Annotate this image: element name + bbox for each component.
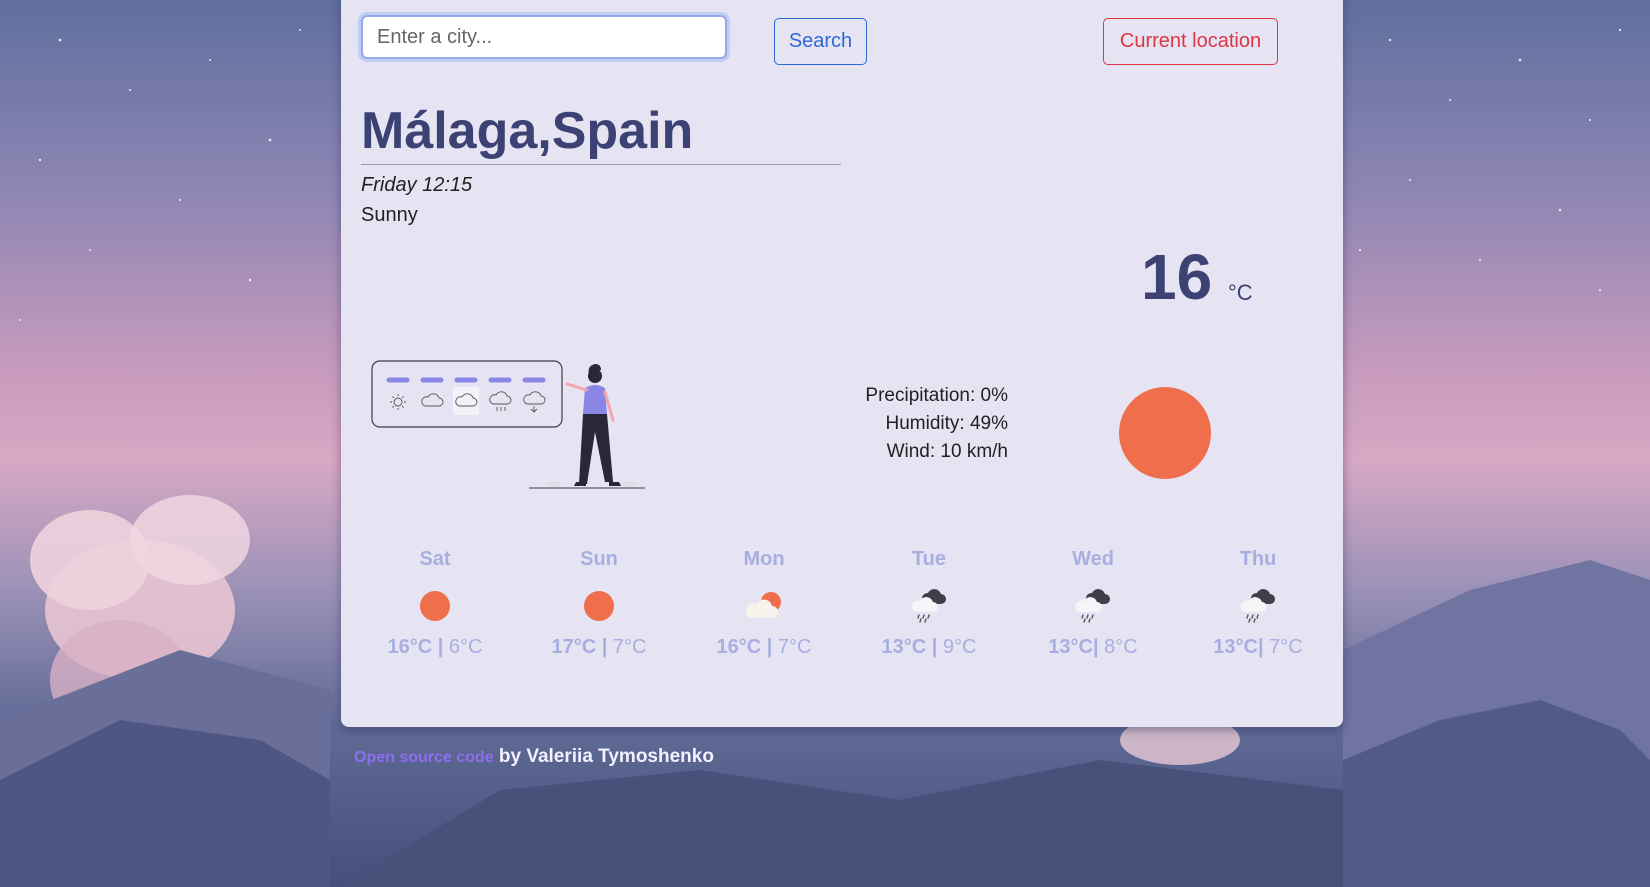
forecast-max: 16°C	[387, 636, 433, 658]
footer-author: by Valeriia Tymoshenko	[493, 746, 714, 767]
forecast-max: 13°C	[1213, 636, 1258, 658]
search-button[interactable]: Search	[774, 18, 867, 65]
open-source-link[interactable]: Open source code	[354, 749, 494, 766]
forecast-day-name: Wed	[1072, 548, 1114, 570]
forecast-temps: 16°C | 6°C	[387, 636, 483, 658]
sun-icon	[579, 588, 619, 624]
forecast-min: 7°C	[612, 636, 647, 658]
current-location-button[interactable]: Current location	[1103, 18, 1278, 65]
forecast-day-name: Sat	[419, 548, 451, 570]
current-temperature: 16	[1141, 241, 1213, 313]
partly-cloudy-icon	[744, 588, 784, 624]
city-name: Málaga,Spain	[361, 98, 841, 165]
forecast-min: 6°C	[448, 636, 483, 658]
forecast-day-name: Tue	[911, 548, 947, 570]
footer: Open source code by Valeriia Tymoshenko	[354, 746, 714, 768]
forecast-max: 13°C	[881, 636, 927, 658]
forecast-max: 13°C	[1048, 636, 1093, 658]
forecast-day-name: Mon	[743, 548, 785, 570]
forecast-day: Mon 16°C | 7°C	[690, 546, 838, 659]
forecast-max: 17°C	[551, 636, 597, 658]
forecast-day: Thu 13°C| 7°C	[1184, 546, 1332, 659]
precipitation-value: Precipitation: 0%	[865, 385, 1008, 406]
weather-details: Precipitation: 0% Humidity: 49% Wind: 10…	[771, 382, 1008, 466]
forecast-min: 7°C	[1269, 636, 1303, 658]
forecast-temps: 13°C| 7°C	[1213, 636, 1303, 658]
forecast-max: 16°C	[716, 636, 762, 658]
forecast-day: Tue 13°C | 9°C	[855, 546, 1003, 659]
forecast-day-name: Thu	[1239, 548, 1277, 570]
forecast-temps: 13°C | 9°C	[881, 636, 977, 658]
humidity-value: Humidity: 49%	[885, 413, 1009, 434]
rain-cloud-icon	[1238, 588, 1278, 624]
weather-card: Search Current location Málaga,Spain Fri…	[341, 0, 1343, 727]
forecast-temps: 16°C | 7°C	[716, 636, 812, 658]
forecast-min: 9°C	[942, 636, 977, 658]
forecast-min: 8°C	[1104, 636, 1138, 658]
sun-icon	[1119, 387, 1211, 479]
forecast-day: Wed 13°C| 8°C	[1019, 546, 1167, 659]
forecast-day-name: Sun	[580, 548, 618, 570]
rain-cloud-icon	[1073, 588, 1113, 624]
date-time: Friday 12:15	[361, 174, 473, 196]
wind-value: Wind: 10 km/h	[886, 441, 1008, 462]
city-search-input[interactable]	[361, 15, 727, 59]
forecast-row: Sat 16°C | 6°C Sun 17°C | 7°C Mon 16°C |…	[361, 546, 1349, 676]
forecast-day: Sat 16°C | 6°C	[361, 546, 509, 659]
forecast-day: Sun 17°C | 7°C	[525, 546, 673, 659]
temperature-unit: °C	[1228, 280, 1253, 305]
sun-icon	[415, 588, 455, 624]
forecast-temps: 17°C | 7°C	[551, 636, 647, 658]
weather-description: Sunny	[361, 204, 418, 226]
weather-forecast-illustration	[371, 360, 651, 505]
forecast-temps: 13°C| 8°C	[1048, 636, 1138, 658]
forecast-min: 7°C	[777, 636, 812, 658]
rain-cloud-icon	[909, 588, 949, 624]
